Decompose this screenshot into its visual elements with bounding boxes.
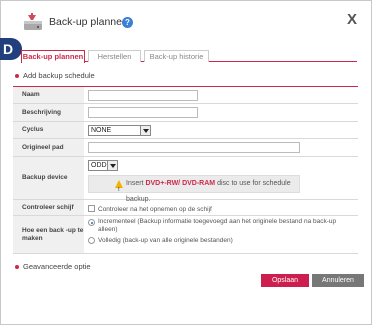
tab-herstellen[interactable]: Herstellen [88, 50, 141, 62]
naam-input[interactable] [88, 90, 198, 101]
warning-prefix: Insert [126, 180, 146, 187]
save-button[interactable]: Opslaan [261, 274, 309, 287]
cyclus-select[interactable]: NONE [88, 125, 151, 136]
row-naam: Naam [13, 87, 358, 104]
bullet-icon [15, 74, 19, 79]
beschrijving-input[interactable] [88, 107, 198, 118]
backup-device-value: ODD [91, 162, 107, 169]
tab-backup-plannen[interactable]: Back-up plannen [21, 50, 85, 63]
cyclus-select-value: NONE [91, 127, 112, 134]
add-schedule-heading: Add backup schedule [15, 71, 95, 80]
backup-drive-icon [24, 13, 42, 30]
radio-incrementeel[interactable] [88, 219, 95, 226]
backup-device-label: Backup device [13, 157, 84, 199]
advanced-options-title: Geavanceerde optie [23, 262, 91, 271]
insert-disc-warning: ! Insert DVD+-RW/ DVD-RAM disc to use fo… [88, 175, 300, 203]
row-backup-device: Backup device ODD ! Insert DVD+-RW/ DVD-… [13, 157, 358, 203]
cancel-button[interactable]: Annuleren [312, 274, 364, 287]
step-badge: D [0, 38, 22, 60]
cyclus-label: Cyclus [13, 122, 84, 138]
close-button[interactable]: X [347, 11, 357, 28]
incrementeel-label: Incrementeel (Backup informatie toegevoe… [98, 218, 337, 233]
naam-label: Naam [13, 87, 84, 103]
add-schedule-title: Add backup schedule [23, 71, 95, 80]
backup-device-select[interactable]: ODD [88, 160, 118, 171]
backup-dialog: Back-up plannen ? X D Back-up plannen He… [0, 0, 372, 325]
radio-volledig[interactable] [88, 237, 95, 244]
controleer-checkbox[interactable] [88, 205, 95, 213]
dialog-header: Back-up plannen ? X [1, 1, 371, 39]
controleer-option-label: Controleer na het opnemen op de schijf [98, 206, 212, 213]
warning-icon: ! [115, 180, 123, 193]
tab-backup-historie[interactable]: Back-up historie [144, 50, 209, 62]
row-controleer: Controleer schijf Controleer na het opne… [13, 200, 358, 216]
backup-methode-label: Hoe een back -up te maken [13, 216, 84, 253]
radio-volledig-option: Volledig (back-up van alle originele bes… [88, 237, 358, 245]
beschrijving-label: Beschrijving [13, 104, 84, 121]
row-cyclus: Cyclus NONE [13, 122, 358, 139]
help-icon[interactable]: ? [122, 17, 133, 28]
schedule-form: Naam Beschrijving Cyclus NONE Origineel … [13, 86, 358, 254]
row-origineel-pad: Origineel pad [13, 139, 358, 157]
volledig-label: Volledig (back-up van alle originele bes… [98, 237, 233, 244]
tab-bar: Back-up plannen Herstellen Back-up histo… [21, 50, 357, 63]
controleer-label: Controleer schijf [13, 200, 84, 215]
origineel-pad-label: Origineel pad [13, 139, 84, 156]
chevron-down-icon [140, 126, 150, 135]
bullet-icon [15, 265, 19, 270]
row-beschrijving: Beschrijving [13, 104, 358, 122]
dialog-title: Back-up plannen [49, 16, 128, 28]
chevron-down-icon [107, 161, 117, 170]
radio-incrementeel-option: Incrementeel (Backup informatie toegevoe… [88, 218, 350, 234]
origineel-pad-input[interactable] [88, 142, 300, 153]
row-backup-methode: Hoe een back -up te maken Incrementeel (… [13, 216, 358, 254]
warning-highlight: DVD+-RW/ DVD-RAM [145, 180, 216, 187]
advanced-options-heading[interactable]: Geavanceerde optie [15, 262, 91, 271]
